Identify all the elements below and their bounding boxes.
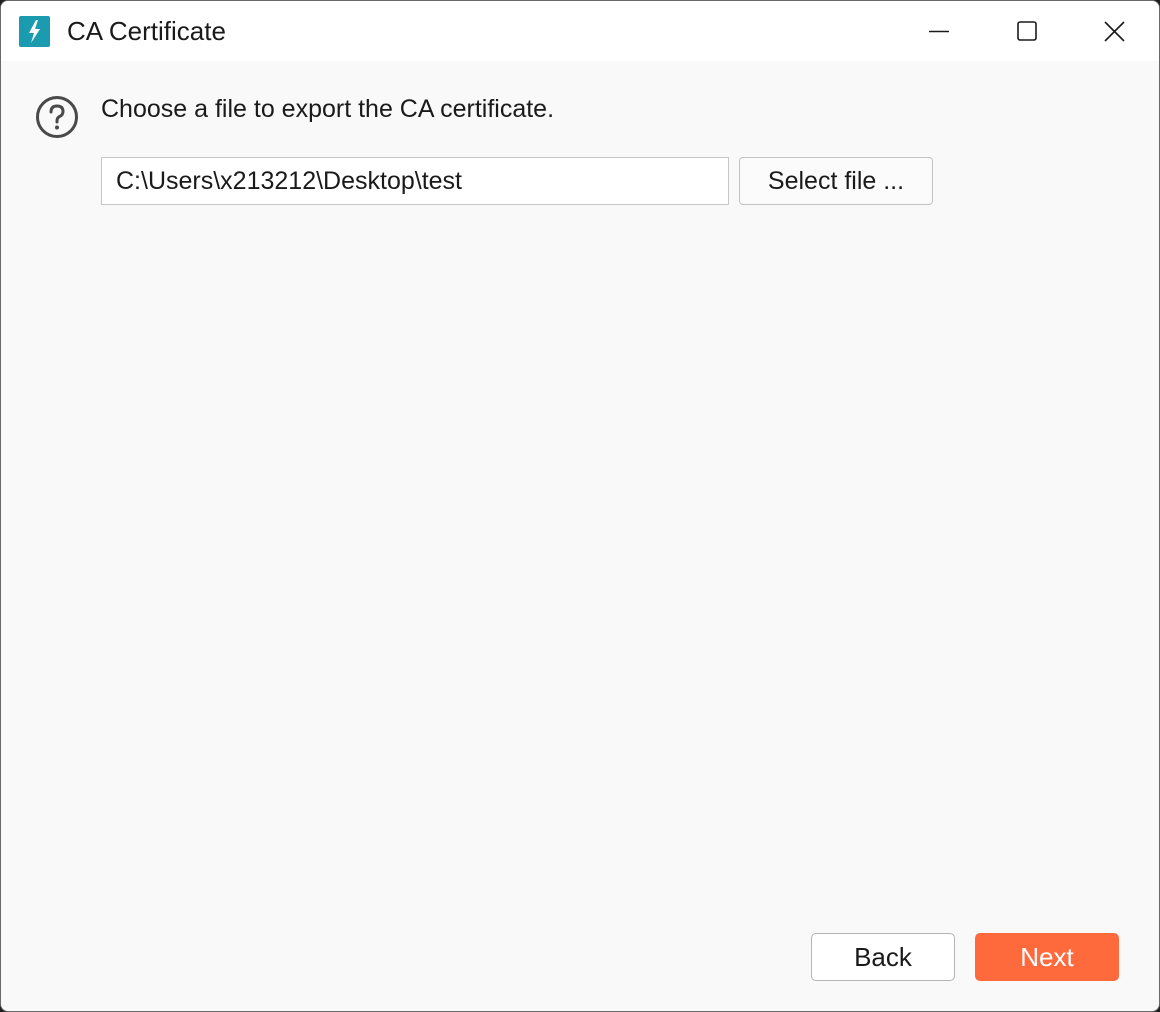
- question-circle-icon: [36, 96, 78, 138]
- maximize-button[interactable]: [983, 1, 1071, 61]
- title-bar[interactable]: CA Certificate: [1, 1, 1159, 61]
- minimize-icon: [929, 30, 949, 33]
- prompt-text: Choose a file to export the CA certifica…: [101, 95, 555, 123]
- file-path-input[interactable]: [101, 157, 729, 205]
- lightning-app-icon: [19, 16, 50, 47]
- select-file-button[interactable]: Select file ...: [739, 157, 933, 205]
- close-button[interactable]: [1071, 1, 1159, 61]
- maximize-icon: [1017, 21, 1037, 41]
- dialog-window: CA Certificate Choose a file to export t…: [0, 0, 1160, 1012]
- next-button[interactable]: Next: [975, 933, 1119, 981]
- close-icon: [1104, 21, 1125, 42]
- window-title: CA Certificate: [67, 16, 226, 46]
- back-button[interactable]: Back: [811, 933, 955, 981]
- minimize-button[interactable]: [895, 1, 983, 61]
